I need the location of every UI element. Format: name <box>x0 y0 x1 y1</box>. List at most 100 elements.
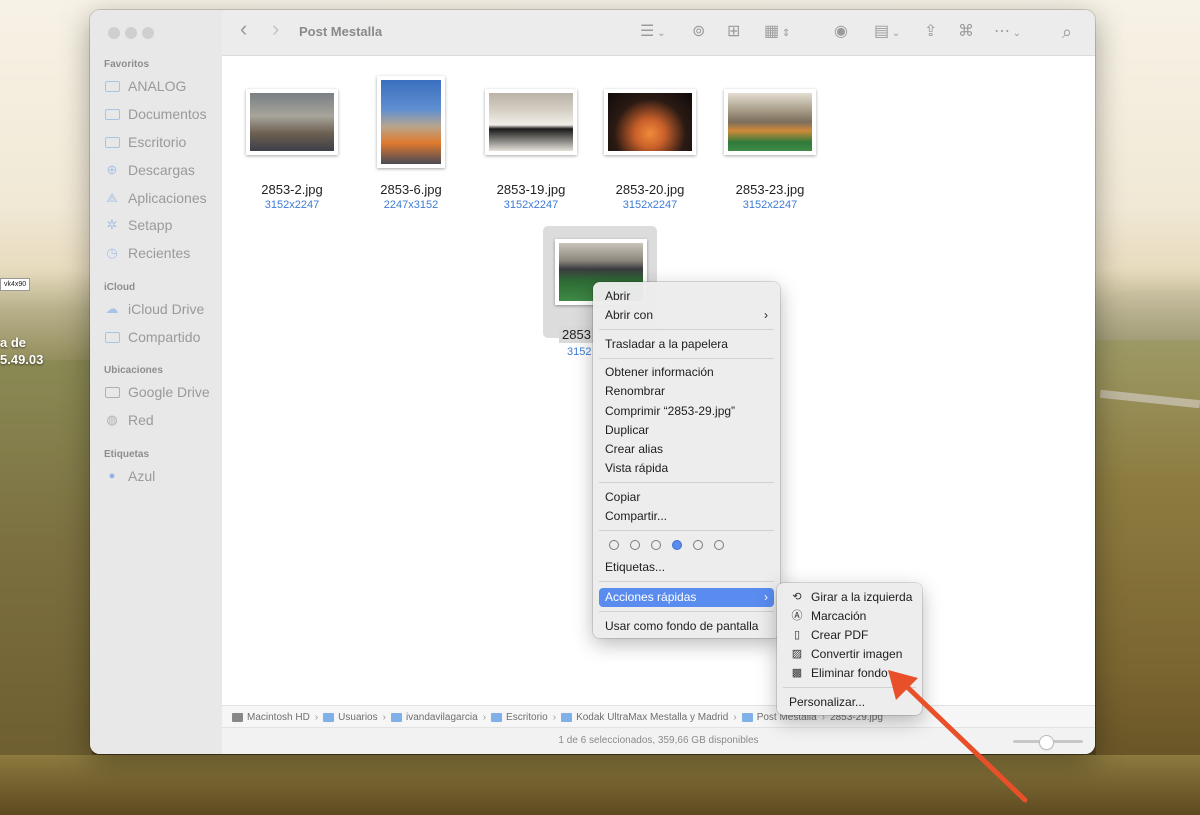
file-item[interactable]: 2853-23.jpg 3152x2247 <box>710 76 830 211</box>
sidebar-section-etiquetas: Etiquetas <box>104 449 150 460</box>
menu-item-vista-rapida[interactable]: Vista rápida <box>599 459 774 478</box>
desktop-file-name-line1[interactable]: a de <box>0 335 26 350</box>
submenu-item-crear-pdf[interactable]: ▯ Crear PDF <box>783 626 916 645</box>
file-item[interactable]: 2853-2.jpg 3152x2247 <box>232 76 352 211</box>
tag-dot-none[interactable] <box>693 540 703 550</box>
chevron-right-icon: › <box>764 590 768 604</box>
sidebar-item-icloud-drive[interactable]: ☁ iCloud Drive <box>104 299 205 319</box>
tag-dot-none[interactable] <box>651 540 661 550</box>
file-dimensions: 3152x2247 <box>622 199 678 211</box>
tag-color-row <box>609 540 739 552</box>
list-sort-icon[interactable]: ☰ ⌄ <box>640 22 666 44</box>
sidebar-item-descargas[interactable]: ⊕ Descargas <box>104 160 195 180</box>
back-button[interactable]: ‹ <box>240 18 247 40</box>
forward-button[interactable]: › <box>272 18 279 40</box>
sidebar-item-label: Red <box>128 412 154 428</box>
view-mode-icon[interactable]: ▦ ⇕ <box>764 22 790 44</box>
tag-dot-blue[interactable] <box>672 540 682 550</box>
file-name: 2853 <box>559 326 594 343</box>
sidebar-item-red[interactable]: ◍ Red <box>104 410 154 430</box>
airdrop-icon[interactable]: ⊚ <box>692 22 705 42</box>
group-icon[interactable]: ▤ ⌄ <box>874 22 900 44</box>
zoom-window-button[interactable] <box>142 27 154 39</box>
sidebar-item-tag-azul[interactable]: ● Azul <box>104 466 156 486</box>
search-icon[interactable]: ⌕ <box>1062 22 1072 42</box>
sidebar-section-favoritos: Favoritos <box>104 59 150 70</box>
sidebar-item-label: Descargas <box>128 162 195 178</box>
minimize-window-button[interactable] <box>125 27 137 39</box>
desktop-file-label[interactable]: vk4x90 <box>0 278 31 291</box>
sidebar-item-documentos[interactable]: Documentos <box>104 104 207 124</box>
menu-separator <box>599 482 774 483</box>
submenu-item-convertir[interactable]: ▨ Convertir imagen <box>783 645 916 664</box>
icon-size-slider-knob[interactable] <box>1040 736 1053 749</box>
menu-item-obtener-info[interactable]: Obtener información <box>599 363 774 382</box>
menu-item-papelera[interactable]: Trasladar a la papelera <box>599 335 774 354</box>
file-item[interactable]: 2853-6.jpg 2247x3152 <box>351 76 471 211</box>
context-menu: Abrir Abrir con › Trasladar a la papelera… <box>593 282 780 638</box>
file-name: 2853-6.jpg <box>380 182 442 197</box>
close-window-button[interactable] <box>108 27 120 39</box>
sidebar-item-aplicaciones[interactable]: ⟁ Aplicaciones <box>104 188 206 208</box>
desktop-field-left <box>0 360 92 815</box>
share-icon[interactable]: ⇪ <box>924 22 937 42</box>
tag-dot-none[interactable] <box>630 540 640 550</box>
sidebar-item-label: Documentos <box>128 106 207 122</box>
tag-icon[interactable]: ⌘ <box>958 22 974 42</box>
menu-item-abrir-con[interactable]: Abrir con › <box>599 306 774 325</box>
menu-item-abrir[interactable]: Abrir <box>599 287 774 306</box>
path-item-kodak[interactable]: Kodak UltraMax Mestalla y Madrid <box>561 712 728 723</box>
menu-item-fondo-pantalla[interactable]: Usar como fondo de pantalla <box>599 617 774 636</box>
remove-background-icon: ▩ <box>791 667 803 679</box>
file-item[interactable]: 2853-20.jpg 3152x2247 <box>590 76 710 211</box>
desktop-field-right <box>1096 340 1200 815</box>
file-name: 2853-19.jpg <box>496 182 566 197</box>
sidebar-item-analog[interactable]: ANALOG <box>104 76 186 96</box>
sidebar-item-label: Setapp <box>128 217 173 233</box>
image-thumbnail <box>724 89 816 155</box>
menu-item-copiar[interactable]: Copiar <box>599 488 774 507</box>
desktop-folder-icon <box>104 135 120 149</box>
path-separator: › <box>552 711 557 723</box>
menu-item-compartir[interactable]: Compartir... <box>599 507 774 526</box>
submenu-item-marcacion[interactable]: Ⓐ Marcación <box>783 607 916 626</box>
menu-item-renombrar[interactable]: Renombrar <box>599 382 774 401</box>
tag-dot-none[interactable] <box>714 540 724 550</box>
sidebar-item-escritorio[interactable]: Escritorio <box>104 132 186 152</box>
clock-icon: ◷ <box>106 245 118 260</box>
more-actions-icon[interactable]: ⋯ ⌄ <box>994 22 1021 44</box>
home-folder-icon <box>390 712 402 722</box>
rotate-left-icon: ⟲ <box>792 591 802 603</box>
path-item-macintosh-hd[interactable]: Macintosh HD <box>232 712 310 723</box>
submenu-item-girar[interactable]: ⟲ Girar a la izquierda <box>783 588 916 607</box>
path-separator: › <box>733 711 737 723</box>
annotation-arrow <box>888 670 1028 803</box>
menu-item-crear-alias[interactable]: Crear alias <box>599 440 774 459</box>
sidebar-item-google-drive[interactable]: Google Drive <box>104 382 210 402</box>
image-thumbnail <box>246 89 338 155</box>
menu-item-acciones-rapidas[interactable]: Acciones rápidas › <box>599 588 774 607</box>
menu-separator <box>599 358 774 359</box>
tag-dot-none[interactable] <box>609 540 619 550</box>
path-separator: › <box>482 711 487 723</box>
menu-item-comprimir[interactable]: Comprimir “2853-29.jpg” <box>599 402 774 421</box>
menu-item-duplicar[interactable]: Duplicar <box>599 421 774 440</box>
file-dimensions: 3152x2247 <box>264 199 320 211</box>
folder-icon <box>323 712 335 722</box>
folder-icon <box>104 107 120 121</box>
path-item-user[interactable]: ivandavilagarcia <box>390 712 478 723</box>
path-item-usuarios[interactable]: Usuarios <box>323 712 378 723</box>
path-item-escritorio[interactable]: Escritorio <box>491 712 548 723</box>
sidebar-item-setapp[interactable]: ✲ Setapp <box>104 215 173 235</box>
sidebar-item-label: Azul <box>128 468 156 484</box>
menu-item-etiquetas[interactable]: Etiquetas... <box>599 558 774 577</box>
file-name: 2853-2.jpg <box>261 182 323 197</box>
file-dimensions: 2247x3152 <box>383 199 439 211</box>
eye-icon[interactable]: ◉ <box>834 22 848 42</box>
document-icon: ▯ <box>793 629 801 641</box>
file-item[interactable]: 2853-19.jpg 3152x2247 <box>471 76 591 211</box>
new-folder-icon[interactable]: ⊞ <box>727 22 740 42</box>
sidebar-item-compartido[interactable]: Compartido <box>104 327 200 347</box>
sidebar-item-recientes[interactable]: ◷ Recientes <box>104 243 190 263</box>
desktop-file-name-line2[interactable]: 5.49.03 <box>0 352 43 367</box>
